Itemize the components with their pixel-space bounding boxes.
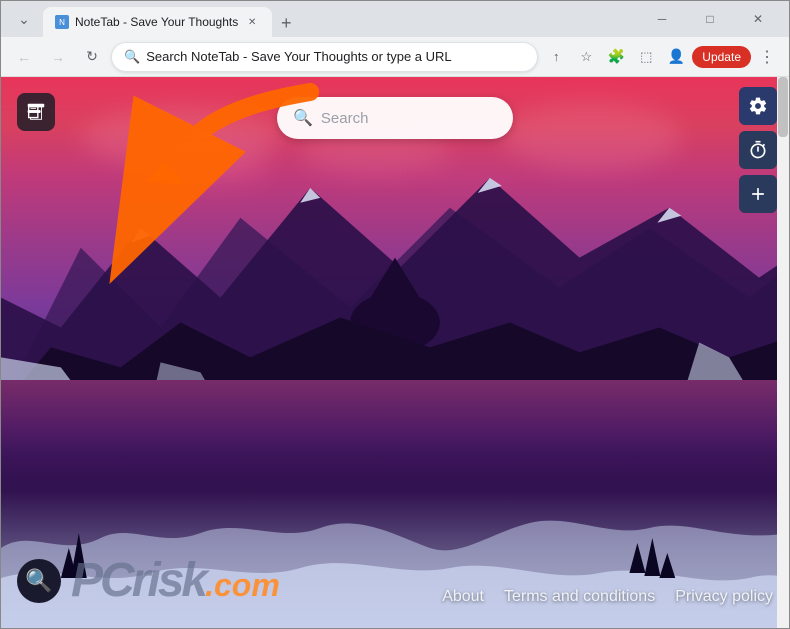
maximize-button[interactable]: □ bbox=[687, 1, 733, 37]
window-controls: ─ □ ✕ bbox=[639, 1, 781, 37]
close-button[interactable]: ✕ bbox=[735, 1, 781, 37]
pcrisk-text: PCrisk.com bbox=[71, 553, 280, 608]
terms-link[interactable]: Terms and conditions bbox=[504, 588, 655, 606]
notes-icon-button[interactable] bbox=[17, 93, 55, 131]
profile-button[interactable]: 👤 bbox=[662, 43, 690, 71]
search-icon: 🔍 bbox=[293, 108, 313, 128]
about-link[interactable]: About bbox=[442, 588, 484, 606]
pcrisk-watermark: 🔍 PCrisk.com bbox=[17, 553, 280, 608]
address-bar[interactable]: 🔍 Search NoteTab - Save Your Thoughts or… bbox=[111, 42, 538, 72]
bookmark-button[interactable]: ☆ bbox=[572, 43, 600, 71]
active-tab[interactable]: N NoteTab - Save Your Thoughts ✕ bbox=[43, 7, 272, 37]
add-button[interactable] bbox=[739, 175, 777, 213]
back-button[interactable]: ← bbox=[9, 42, 39, 72]
privacy-link[interactable]: Privacy policy bbox=[675, 588, 773, 606]
gear-icon bbox=[748, 96, 768, 116]
browser-menu-button[interactable]: ⋮ bbox=[753, 43, 781, 71]
plus-icon bbox=[748, 184, 768, 204]
tab-close-button[interactable]: ✕ bbox=[244, 14, 260, 30]
right-panel bbox=[739, 87, 777, 213]
search-bar[interactable]: 🔍 Search bbox=[277, 97, 513, 139]
new-tab-button[interactable]: + bbox=[272, 9, 300, 37]
mountains-svg bbox=[1, 128, 789, 407]
tab-strip: N NoteTab - Save Your Thoughts ✕ + bbox=[43, 1, 635, 37]
navigation-bar: ← → ↻ 🔍 Search NoteTab - Save Your Thoug… bbox=[1, 37, 789, 77]
tab-title: NoteTab - Save Your Thoughts bbox=[75, 15, 238, 29]
browser-window: ⌄ N NoteTab - Save Your Thoughts ✕ + ─ □ bbox=[0, 0, 790, 629]
update-button[interactable]: Update bbox=[692, 46, 751, 68]
extensions-button[interactable]: 🧩 bbox=[602, 43, 630, 71]
settings-button[interactable] bbox=[739, 87, 777, 125]
sidebar-button[interactable]: ⬚ bbox=[632, 43, 660, 71]
search-placeholder-text: Search bbox=[321, 110, 369, 127]
timer-button[interactable] bbox=[739, 131, 777, 169]
clock-icon bbox=[748, 140, 768, 160]
tab-favicon: N bbox=[55, 15, 69, 29]
minimize-button[interactable]: ─ bbox=[639, 1, 685, 37]
notes-svg-icon bbox=[25, 101, 47, 123]
address-text: Search NoteTab - Save Your Thoughts or t… bbox=[146, 49, 525, 64]
scrollbar-thumb[interactable] bbox=[778, 77, 788, 137]
refresh-button[interactable]: ↻ bbox=[77, 42, 107, 72]
footer-links: About Terms and conditions Privacy polic… bbox=[442, 588, 773, 606]
pcrisk-logo-icon: 🔍 bbox=[17, 559, 61, 603]
tab-group-chevron[interactable]: ⌄ bbox=[9, 4, 39, 34]
title-bar: ⌄ N NoteTab - Save Your Thoughts ✕ + ─ □ bbox=[1, 1, 789, 37]
forward-button[interactable]: → bbox=[43, 42, 73, 72]
scrollbar[interactable] bbox=[777, 77, 789, 628]
page-content: 🔍 Search bbox=[1, 77, 789, 628]
address-search-icon: 🔍 bbox=[124, 49, 140, 65]
share-button[interactable]: ↑ bbox=[542, 43, 570, 71]
background-scene bbox=[1, 77, 789, 628]
nav-icons: ↑ ☆ 🧩 ⬚ 👤 Update ⋮ bbox=[542, 43, 781, 71]
